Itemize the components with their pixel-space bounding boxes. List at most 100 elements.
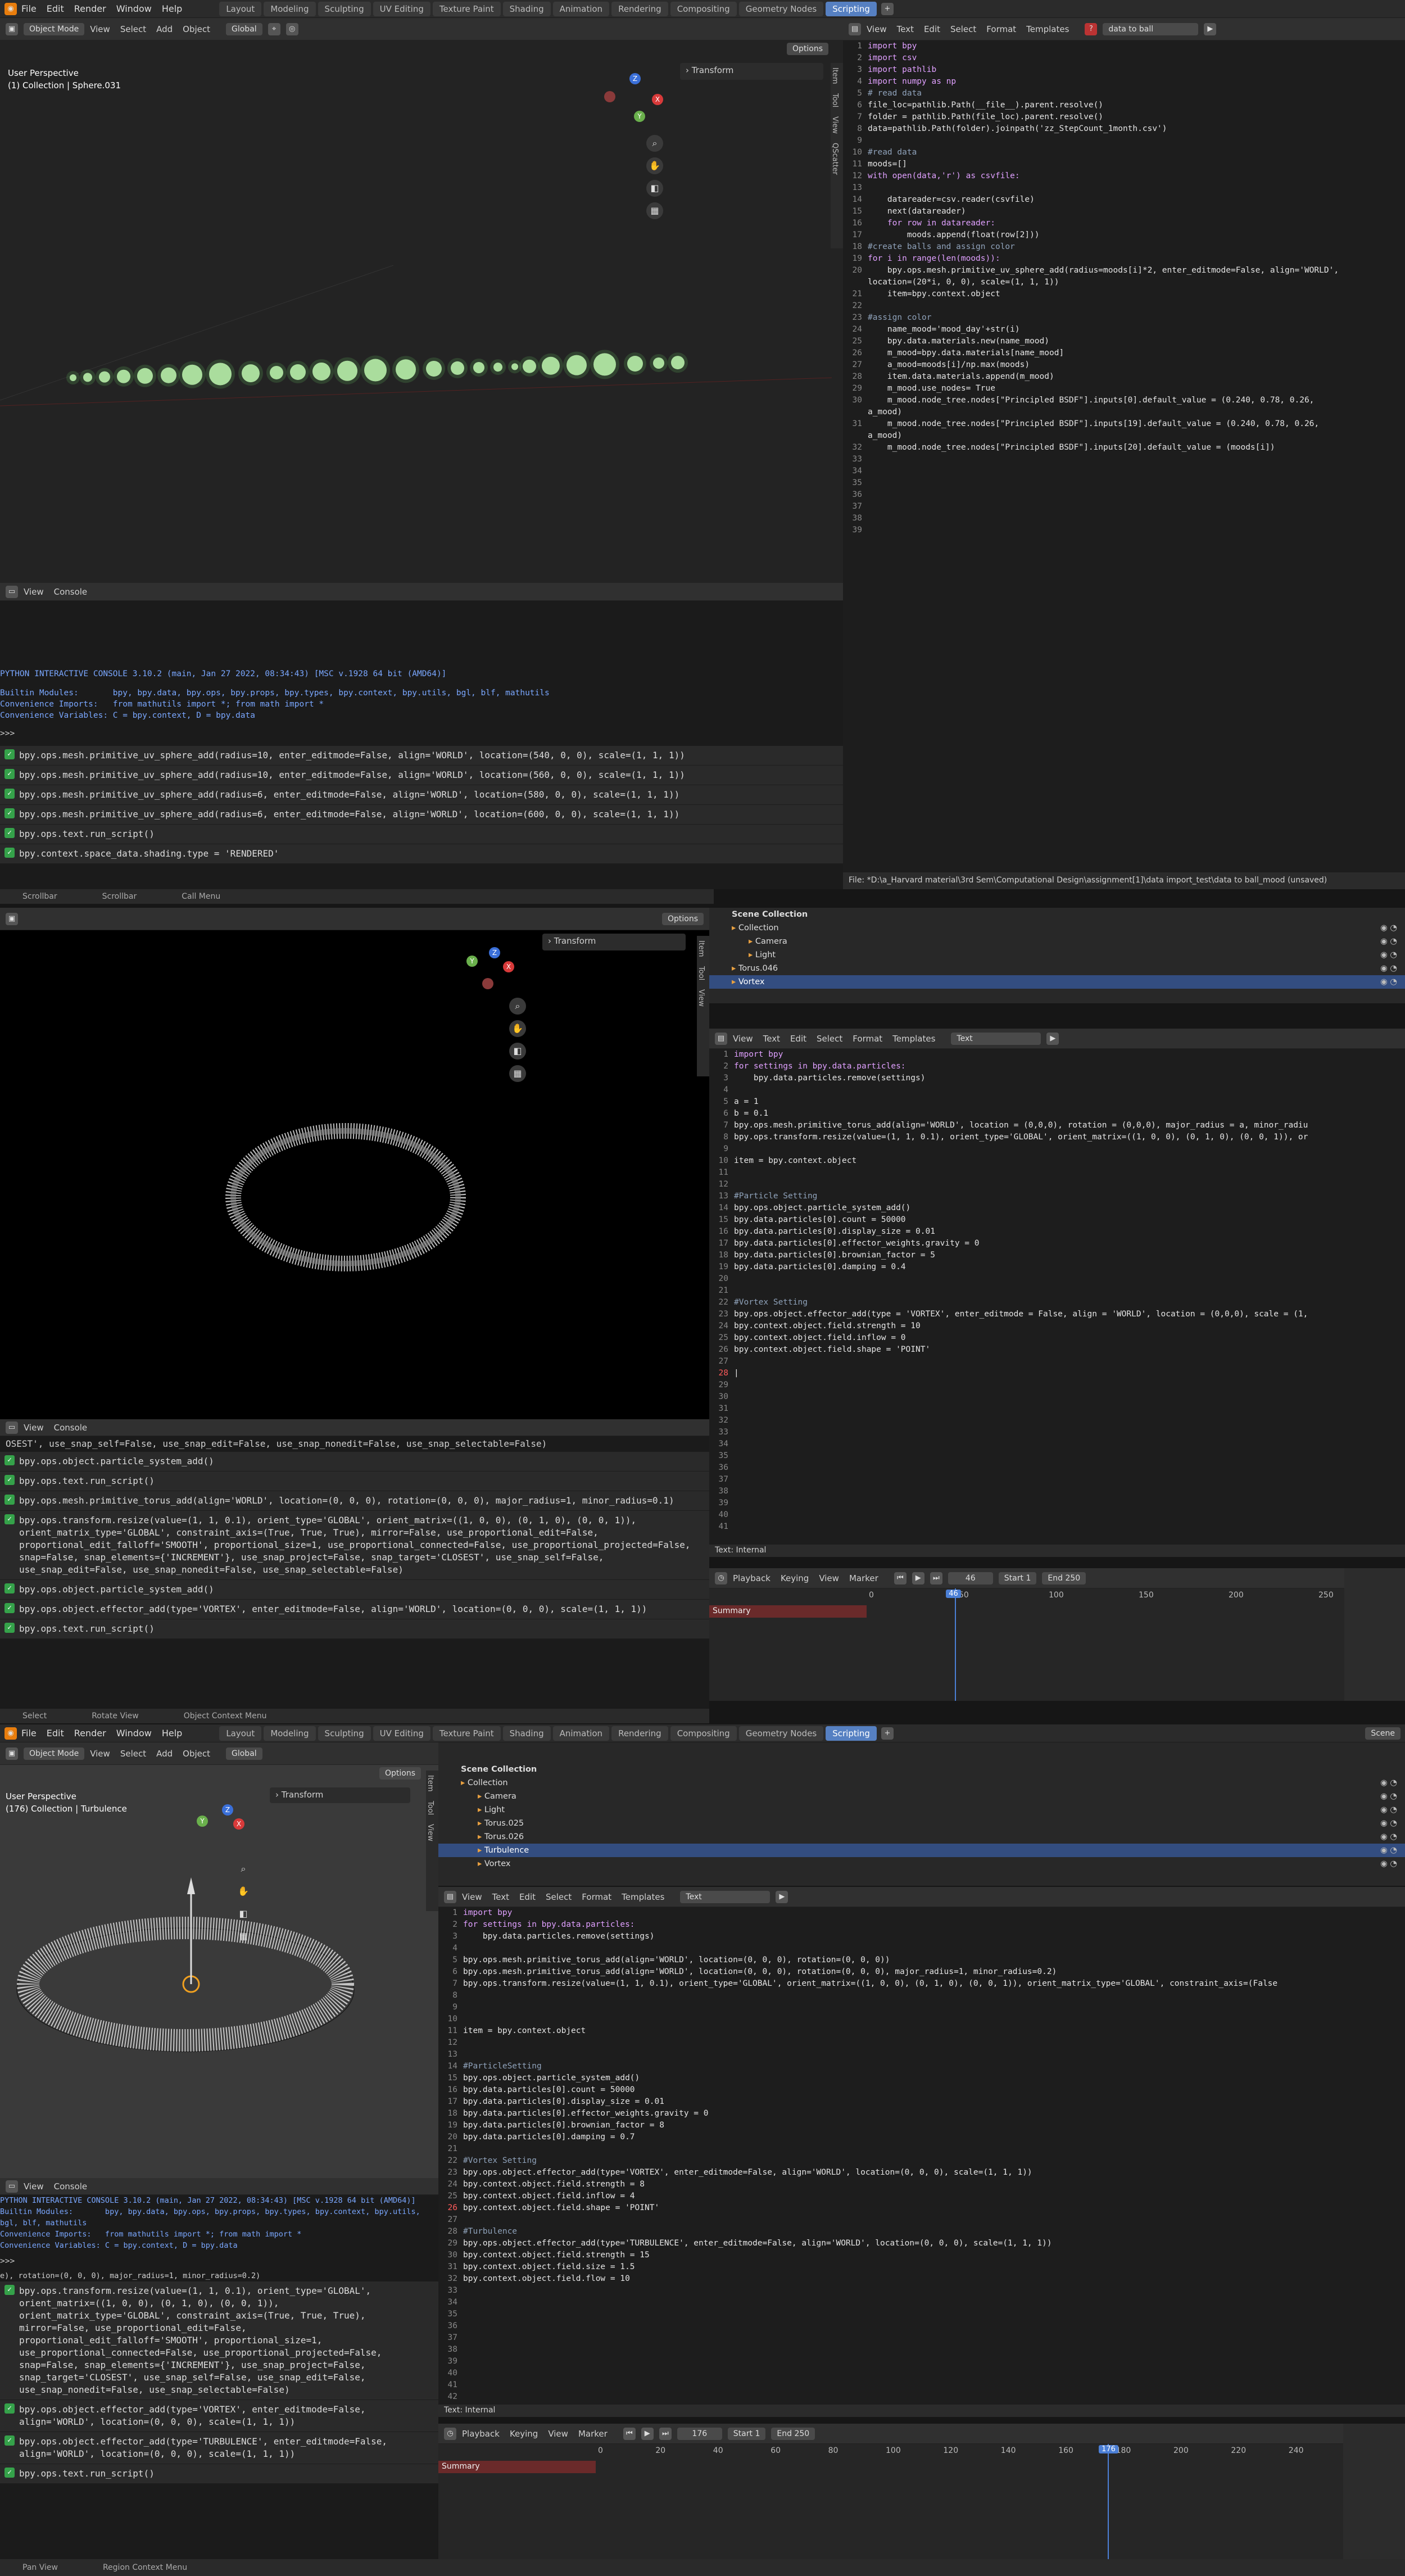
text-menu-text[interactable]: Text [763, 1034, 780, 1044]
editor-type-icon[interactable]: ▭ [6, 585, 18, 598]
mid-console[interactable]: OSEST', use_snap_self=False, use_snap_ed… [0, 1436, 709, 1709]
sidebar-tab-tool[interactable]: Tool [831, 89, 839, 112]
start-frame-field[interactable]: Start 1 [998, 1572, 1037, 1584]
outliner-row-light[interactable]: ▸ Light ◉ ◔ [709, 948, 1405, 962]
mode-dropdown[interactable]: Object Mode [24, 22, 85, 35]
timeline-menu-keying[interactable]: Keying [510, 2429, 538, 2439]
tab-shading[interactable]: Shading [502, 1726, 551, 1741]
playhead[interactable] [955, 1588, 957, 1701]
menu-file[interactable]: File [21, 1728, 37, 1739]
orientation-dropdown[interactable]: Global [226, 22, 262, 35]
outliner-row-light[interactable]: ▸ Light ◉ ◔ [438, 1803, 1405, 1817]
eye-icon[interactable]: ◉ ◔ [1380, 921, 1397, 935]
viewport-menu-add[interactable]: Add [156, 24, 173, 34]
sidebar-tab-view[interactable]: View [831, 112, 839, 138]
text-name-field[interactable]: Text [951, 1032, 1041, 1045]
mid-properties-stub[interactable] [1344, 1568, 1405, 1701]
console-menu-console[interactable]: Console [54, 1423, 88, 1433]
eye-icon[interactable]: ◉ ◔ [1380, 948, 1397, 962]
scene-selector[interactable]: Scene [1365, 1727, 1401, 1740]
end-frame-field[interactable]: End 250 [771, 2427, 815, 2440]
timeline-menu-marker[interactable]: Marker [849, 1573, 878, 1583]
console-menu-view[interactable]: View [24, 1423, 44, 1433]
tab-texture-paint[interactable]: Texture Paint [432, 1726, 501, 1741]
play-icon[interactable]: ▶ [912, 1572, 924, 1584]
menu-window[interactable]: Window [116, 1728, 152, 1739]
viewport-menu-object[interactable]: Object [183, 1749, 210, 1759]
eye-icon[interactable]: ◉ ◔ [1380, 1857, 1397, 1871]
current-frame-field[interactable]: 176 [677, 2427, 722, 2440]
editor-type-icon[interactable]: ◷ [715, 1572, 727, 1584]
tab-layout[interactable]: Layout [219, 1, 262, 16]
editor-type-icon[interactable]: ◷ [444, 2427, 456, 2440]
viewport-menu-select[interactable]: Select [120, 1749, 146, 1759]
editor-type-icon[interactable]: ▣ [6, 22, 18, 35]
run-script-icon[interactable]: ▶ [776, 1890, 788, 1903]
tab-layout[interactable]: Layout [219, 1726, 262, 1741]
sidebar-tab-qscatter[interactable]: QScatter [831, 138, 839, 179]
eye-icon[interactable]: ◉ ◔ [1380, 975, 1397, 989]
start-frame-field[interactable]: Start 1 [727, 2427, 766, 2440]
text-menu-view[interactable]: View [867, 24, 887, 34]
playhead[interactable] [1108, 2444, 1109, 2559]
outliner-row-turbulence[interactable]: ▸ Turbulence ◉ ◔ [438, 1844, 1405, 1857]
run-script-icon[interactable]: ▶ [1046, 1032, 1059, 1045]
tab-uv-editing[interactable]: UV Editing [373, 1, 430, 16]
current-frame-field[interactable]: 46 [948, 1572, 993, 1584]
tab-rendering[interactable]: Rendering [611, 1, 668, 16]
console-prompt[interactable]: >>> [0, 728, 843, 739]
top-viewport[interactable]: User Perspective (1) Collection | Sphere… [0, 40, 843, 583]
blender-logo-icon[interactable]: ◉ [4, 2, 17, 15]
bot-console[interactable]: PYTHON INTERACTIVE CONSOLE 3.10.2 (main,… [0, 2195, 438, 2559]
viewport-menu-object[interactable]: Object [183, 24, 210, 34]
timeline-menu-keying[interactable]: Keying [781, 1573, 809, 1583]
editor-type-icon[interactable]: ▭ [6, 1421, 18, 1434]
eye-icon[interactable]: ◉ ◔ [1380, 935, 1397, 948]
eye-icon[interactable]: ◉ ◔ [1380, 1830, 1397, 1844]
text-menu-text[interactable]: Text [897, 24, 914, 34]
snap-icon[interactable]: ⌖ [268, 22, 280, 35]
console-menu-view[interactable]: View [24, 587, 44, 597]
editor-type-icon[interactable]: ▤ [715, 1032, 727, 1045]
sidebar-tab-tool[interactable]: Tool [426, 1796, 434, 1819]
outliner-row-vortex[interactable]: ▸ Vortex ◉ ◔ [709, 975, 1405, 989]
tab-sculpting[interactable]: Sculpting [318, 1726, 371, 1741]
editor-type-icon[interactable]: ▣ [6, 1747, 18, 1760]
menu-window[interactable]: Window [116, 3, 152, 14]
editor-type-icon[interactable]: ▣ [6, 912, 18, 925]
bot-properties-stub[interactable] [1343, 2424, 1405, 2559]
eye-icon[interactable]: ◉ ◔ [1380, 1817, 1397, 1830]
mid-outliner[interactable]: Scene Collection ▸ Collection ◉ ◔ ▸ Camera… [709, 908, 1405, 1003]
tab-geometry-nodes[interactable]: Geometry Nodes [738, 1, 824, 16]
tab-geometry-nodes[interactable]: Geometry Nodes [738, 1726, 824, 1741]
viewport-menu-add[interactable]: Add [156, 1749, 173, 1759]
jump-end-icon[interactable]: ⏭ [659, 2427, 672, 2440]
text-menu-edit[interactable]: Edit [519, 1892, 536, 1902]
console-menu-view[interactable]: View [24, 2181, 44, 2192]
text-menu-select[interactable]: Select [546, 1892, 572, 1902]
top-console[interactable]: PYTHON INTERACTIVE CONSOLE 3.10.2 (main,… [0, 601, 843, 889]
mid-timeline[interactable]: Summary 0 50 100 150 200 250 46 [709, 1588, 1344, 1701]
viewport-menu-select[interactable]: Select [120, 24, 146, 34]
top-text-editor[interactable]: 1 import bpy 2 import csv 3 import pathlib 4 im… [843, 40, 1405, 872]
sidebar-tab-view[interactable]: View [697, 985, 705, 1011]
text-menu-format[interactable]: Format [986, 24, 1016, 34]
menu-render[interactable]: Render [74, 3, 106, 14]
help-icon[interactable]: ? [1085, 22, 1098, 35]
tab-compositing[interactable]: Compositing [670, 1726, 737, 1741]
timeline-menu-view[interactable]: View [548, 2429, 568, 2439]
mode-dropdown[interactable]: Object Mode [24, 1747, 85, 1760]
sidebar-tab-view[interactable]: View [426, 1819, 434, 1846]
options-dropdown[interactable]: Options [661, 912, 704, 925]
editor-type-icon[interactable]: ▭ [6, 2180, 18, 2193]
text-menu-edit[interactable]: Edit [790, 1034, 806, 1044]
timeline-menu-view[interactable]: View [819, 1573, 839, 1583]
tab-uv-editing[interactable]: UV Editing [373, 1726, 430, 1741]
text-menu-edit[interactable]: Edit [924, 24, 940, 34]
outliner-row-torus-026[interactable]: ▸ Torus.026 ◉ ◔ [438, 1830, 1405, 1844]
bot-text-editor[interactable]: 1 import bpy 2 for settings in bpy.data.par… [438, 1907, 1405, 2405]
outliner-row-vortex[interactable]: ▸ Vortex ◉ ◔ [438, 1857, 1405, 1871]
viewport-menu-view[interactable]: View [90, 1749, 110, 1759]
jump-start-icon[interactable]: ⏮ [894, 1572, 907, 1584]
proportional-icon[interactable]: ◎ [285, 22, 298, 35]
